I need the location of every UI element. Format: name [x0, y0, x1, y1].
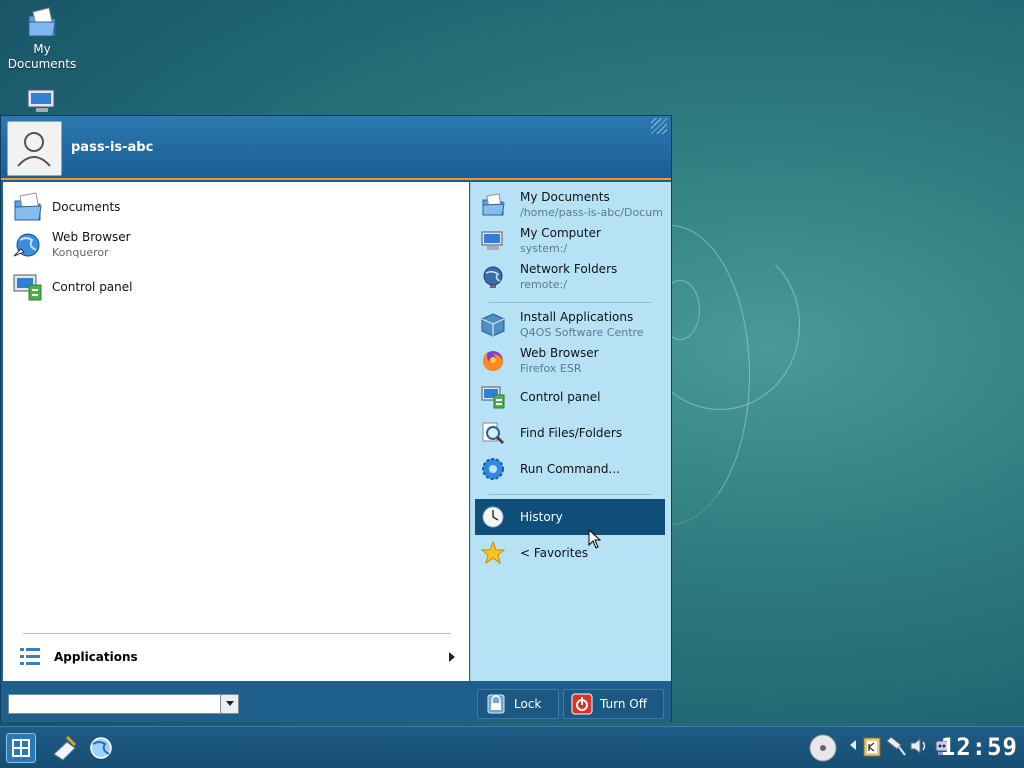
- folder-documents-icon: [14, 192, 42, 221]
- show-desktop-icon: [53, 735, 77, 761]
- computer-icon: [27, 89, 55, 112]
- right-item-install-applications[interactable]: Install Applications Q4OS Software Centr…: [475, 307, 665, 343]
- cd-icon: [809, 734, 837, 762]
- control-panel-icon: [481, 386, 505, 409]
- taskbar-clock[interactable]: 12:59: [941, 733, 1018, 761]
- right-item-my-documents[interactable]: My Documents /home/pass-is-abc/Docum: [475, 187, 665, 223]
- tray-network[interactable]: [885, 735, 907, 757]
- taskbar: 12:59: [0, 726, 1024, 768]
- right-item-label: My Documents: [520, 190, 610, 204]
- tray-volume[interactable]: [908, 735, 930, 757]
- right-item-sublabel: Q4OS Software Centre: [520, 326, 644, 339]
- right-item-sublabel: remote:/: [520, 278, 567, 291]
- desktop-icon-label: Documents: [7, 57, 77, 71]
- places-pane: My Documents /home/pass-is-abc/Docum My …: [470, 182, 671, 681]
- speaker-icon: [910, 737, 926, 755]
- left-item-control-panel[interactable]: Control panel: [11, 270, 451, 304]
- right-item-history[interactable]: History: [475, 499, 665, 535]
- right-item-label: Find Files/Folders: [520, 426, 623, 440]
- lock-button[interactable]: Lock: [477, 689, 559, 719]
- lock-icon: [487, 694, 505, 714]
- right-item-sublabel: Firefox ESR: [520, 362, 582, 375]
- gear-icon: [482, 458, 504, 480]
- favorites-pane: Documents Web Browser Konqueror Control …: [3, 182, 469, 681]
- right-item-find-files[interactable]: Find Files/Folders: [475, 415, 665, 451]
- left-item-label: Documents: [52, 200, 121, 214]
- desktop-icon-my-documents[interactable]: My Documents: [2, 6, 82, 72]
- right-item-my-computer[interactable]: My Computer system:/: [475, 223, 665, 259]
- right-item-run-command[interactable]: Run Command...: [475, 451, 665, 487]
- right-item-sublabel: system:/: [520, 242, 568, 255]
- username: pass-is-abc: [71, 140, 154, 155]
- applications-label: Applications: [54, 650, 138, 664]
- tray-expand-arrow[interactable]: [849, 740, 857, 750]
- package-icon: [481, 313, 505, 337]
- resize-grip[interactable]: [651, 118, 667, 134]
- right-item-label: Install Applications: [520, 310, 634, 324]
- power-icon: [571, 693, 593, 715]
- divider: [489, 302, 651, 303]
- mouse-cursor-icon: [588, 529, 602, 549]
- network-globe-icon: [483, 266, 503, 288]
- right-item-favorites[interactable]: < Favorites: [475, 535, 665, 571]
- divider: [23, 633, 451, 634]
- clock-icon: [482, 506, 504, 528]
- search-input[interactable]: [8, 694, 221, 714]
- folder-documents-icon: [482, 193, 505, 216]
- right-item-label: Network Folders: [520, 262, 618, 276]
- search-combobox[interactable]: [8, 694, 239, 714]
- right-item-label: History: [520, 510, 563, 524]
- left-item-label: Web Browser: [52, 230, 131, 244]
- computer-icon: [481, 231, 503, 250]
- right-item-label: Web Browser: [520, 346, 599, 360]
- start-menu: pass-is-abc Documents Web Browser Konque…: [0, 115, 672, 722]
- taskbar-desktop-button[interactable]: [50, 733, 80, 763]
- divider: [489, 494, 651, 495]
- right-item-control-panel[interactable]: Control panel: [475, 379, 665, 415]
- start-menu-icon: [12, 739, 30, 757]
- chevron-down-icon: [225, 701, 234, 706]
- left-item-web-browser[interactable]: Web Browser Konqueror: [11, 228, 451, 262]
- applications-button[interactable]: Applications: [15, 640, 455, 674]
- taskbar-konqueror-button[interactable]: [86, 733, 116, 763]
- search-dropdown-button[interactable]: [221, 694, 239, 714]
- tray-clipboard[interactable]: [862, 735, 882, 757]
- turn-off-button[interactable]: Turn Off: [563, 689, 664, 719]
- right-item-firefox[interactable]: Web Browser Firefox ESR: [475, 343, 665, 379]
- folder-documents-icon: [28, 7, 56, 37]
- desktop-icon-my-computer[interactable]: [2, 88, 82, 116]
- konqueror-icon: [13, 233, 40, 257]
- search-icon: [482, 422, 505, 445]
- right-item-label: < Favorites: [520, 546, 589, 560]
- desktop-icon-label: My: [33, 42, 51, 56]
- right-item-label: My Computer: [520, 226, 601, 240]
- network-plug-icon: [886, 736, 906, 756]
- list-icon: [20, 648, 40, 665]
- user-avatar[interactable]: [7, 121, 62, 176]
- chevron-left-icon: [850, 740, 856, 750]
- menu-bottom-bar: Lock Turn Off: [1, 681, 671, 722]
- turn-off-label: Turn Off: [600, 697, 647, 711]
- right-item-label: Run Command...: [520, 462, 620, 476]
- left-item-documents[interactable]: Documents: [11, 190, 451, 224]
- left-item-sublabel: Konqueror: [52, 246, 109, 259]
- right-item-label: Control panel: [520, 390, 601, 404]
- control-panel-icon: [13, 274, 42, 301]
- tray-optical-disc[interactable]: [808, 733, 838, 763]
- menu-header: pass-is-abc: [1, 116, 671, 180]
- clipboard-icon: [863, 737, 881, 757]
- konqueror-icon: [90, 737, 112, 759]
- chevron-right-icon: [449, 652, 455, 662]
- right-item-sublabel: /home/pass-is-abc/Docum: [520, 206, 663, 219]
- lock-label: Lock: [514, 697, 542, 711]
- right-item-network-folders[interactable]: Network Folders remote:/: [475, 259, 665, 295]
- left-item-label: Control panel: [52, 280, 133, 294]
- star-icon: [480, 540, 506, 565]
- start-button[interactable]: [6, 733, 36, 763]
- user-icon: [17, 132, 51, 167]
- firefox-icon: [483, 351, 503, 371]
